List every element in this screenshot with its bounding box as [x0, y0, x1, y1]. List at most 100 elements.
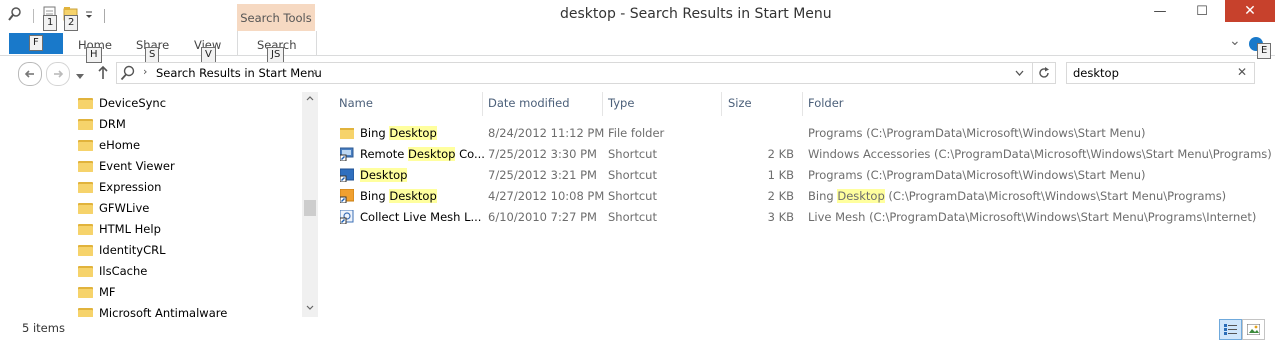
column-header-size[interactable]: Size — [728, 96, 752, 110]
column-header-date-modified[interactable]: Date modified — [488, 96, 570, 110]
nav-pane-scrollbar[interactable] — [302, 92, 318, 317]
file-date: 7/25/2012 3:30 PM — [488, 147, 597, 161]
remote-desktop-icon — [340, 147, 354, 161]
file-tab-keytip: F — [29, 35, 43, 51]
up-button[interactable] — [96, 64, 110, 80]
file-name: Collect Live Mesh L... — [360, 210, 482, 224]
file-type: File folder — [608, 126, 665, 140]
search-input[interactable]: desktop ✕ — [1066, 62, 1255, 84]
maximize-icon: ☐ — [1196, 3, 1208, 19]
navigation-pane: DeviceSync DRM eHome Event Viewer Expres… — [0, 90, 318, 317]
nav-item-mf[interactable]: MF — [78, 282, 116, 302]
nav-item-microsoft-antimalware[interactable]: Microsoft Antimalware — [78, 303, 227, 317]
file-name: Remote Desktop Co... — [360, 147, 485, 161]
forward-button[interactable] — [46, 62, 70, 86]
file-type: Shortcut — [608, 189, 657, 203]
address-dropdown-icon[interactable] — [1015, 70, 1024, 76]
file-row[interactable]: Remote Desktop Co... 7/25/2012 3:30 PM S… — [336, 144, 1272, 164]
bing-desktop-icon — [340, 189, 354, 203]
details-view-button[interactable] — [1219, 319, 1242, 340]
properties-icon[interactable] — [8, 7, 22, 21]
recent-locations-icon[interactable] — [76, 69, 84, 79]
file-type: Shortcut — [608, 210, 657, 224]
file-row[interactable]: Collect Live Mesh L... 6/10/2010 7:27 PM… — [336, 207, 1264, 227]
nav-item-label: MF — [99, 285, 116, 299]
scroll-down-icon[interactable] — [306, 305, 314, 310]
folder-icon — [340, 128, 354, 139]
help-keytip: E — [1257, 43, 1272, 59]
file-row[interactable]: Bing Desktop 4/27/2012 10:08 PM Shortcut… — [336, 186, 1264, 206]
refresh-button[interactable] — [1032, 62, 1056, 84]
file-size: 1 KB — [767, 168, 794, 182]
folder-icon — [78, 139, 93, 151]
file-name: Bing Desktop — [360, 126, 437, 140]
large-icons-view-button[interactable] — [1242, 319, 1265, 340]
column-divider[interactable] — [602, 92, 603, 116]
column-divider[interactable] — [721, 92, 722, 116]
column-divider[interactable] — [482, 92, 483, 116]
scroll-thumb[interactable] — [304, 200, 316, 216]
qat-divider — [104, 9, 105, 23]
search-location-icon — [120, 65, 135, 81]
nav-item-ilscache[interactable]: IlsCache — [78, 261, 147, 281]
tab-search-keytip: JS — [267, 47, 285, 63]
address-bar[interactable]: › Search Results in Start Menu › — [116, 62, 1033, 84]
nav-item-label: Event Viewer — [99, 159, 175, 173]
expand-ribbon-icon[interactable]: ⌄ — [1229, 33, 1241, 49]
folder-icon — [78, 307, 93, 317]
nav-item-expression[interactable]: Expression — [78, 177, 161, 197]
breadcrumb-chevron-icon[interactable]: › — [143, 65, 147, 78]
nav-item-label: IlsCache — [99, 264, 148, 278]
file-row[interactable]: Bing Desktop 8/24/2012 11:12 PM File fol… — [336, 123, 1264, 143]
nav-item-identitycrl[interactable]: IdentityCRL — [78, 240, 166, 260]
back-button[interactable] — [18, 62, 42, 86]
nav-item-label: IdentityCRL — [99, 243, 166, 257]
close-icon: ✕ — [1244, 3, 1256, 19]
folder-icon — [78, 286, 93, 298]
nav-item-label: DRM — [99, 117, 126, 131]
details-view-icon — [1224, 324, 1237, 335]
clear-search-icon[interactable]: ✕ — [1237, 65, 1247, 79]
file-row[interactable]: Desktop 7/25/2012 3:21 PM Shortcut 1 KB … — [336, 165, 1264, 185]
column-divider[interactable] — [802, 92, 803, 116]
nav-item-html-help[interactable]: HTML Help — [78, 219, 161, 239]
file-folder: Programs (C:\ProgramData\Microsoft\Windo… — [808, 168, 1146, 182]
nav-item-devicesync[interactable]: DeviceSync — [78, 93, 166, 113]
refresh-icon — [1038, 67, 1049, 78]
file-size: 2 KB — [767, 189, 794, 203]
nav-item-ehome[interactable]: eHome — [78, 135, 140, 155]
breadcrumb-chevron-icon-2[interactable]: › — [313, 65, 317, 78]
nav-item-label: Microsoft Antimalware — [99, 306, 228, 317]
back-arrow-icon — [24, 70, 34, 78]
column-header-folder[interactable]: Folder — [808, 96, 844, 110]
file-type: Shortcut — [608, 168, 657, 182]
minimize-button[interactable]: — — [1140, 0, 1180, 22]
nav-item-drm[interactable]: DRM — [78, 114, 126, 134]
tab-share-keytip: S — [145, 47, 160, 63]
qat-separator — [33, 9, 34, 23]
breadcrumb-search-results[interactable]: Search Results in Start Menu — [156, 66, 322, 80]
column-header-name[interactable]: Name — [339, 96, 373, 110]
nav-item-event-viewer[interactable]: Event Viewer — [78, 156, 175, 176]
file-folder: Programs (C:\ProgramData\Microsoft\Windo… — [808, 126, 1146, 140]
item-count: 5 items — [22, 321, 65, 335]
file-name: Desktop — [360, 168, 408, 182]
file-size: 2 KB — [767, 147, 794, 161]
nav-item-label: eHome — [99, 138, 141, 152]
qat-keytip-2: 2 — [64, 15, 79, 31]
nav-item-gfwlive[interactable]: GFWLive — [78, 198, 149, 218]
column-header-type[interactable]: Type — [608, 96, 634, 110]
scroll-up-icon[interactable] — [306, 96, 314, 101]
qat-customize-icon[interactable] — [85, 9, 93, 19]
close-button[interactable]: ✕ — [1225, 0, 1275, 22]
search-input-value: desktop — [1073, 66, 1119, 80]
file-date: 4/27/2012 10:08 PM — [488, 189, 605, 203]
folder-icon — [78, 202, 93, 214]
file-folder: Windows Accessories (C:\ProgramData\Micr… — [808, 147, 1272, 161]
maximize-button[interactable]: ☐ — [1182, 0, 1222, 22]
nav-item-label: HTML Help — [99, 222, 161, 236]
file-size: 3 KB — [767, 210, 794, 224]
tab-view-keytip: V — [201, 47, 216, 63]
folder-icon — [78, 265, 93, 277]
search-tools-context-tab: Search Tools — [237, 4, 315, 32]
